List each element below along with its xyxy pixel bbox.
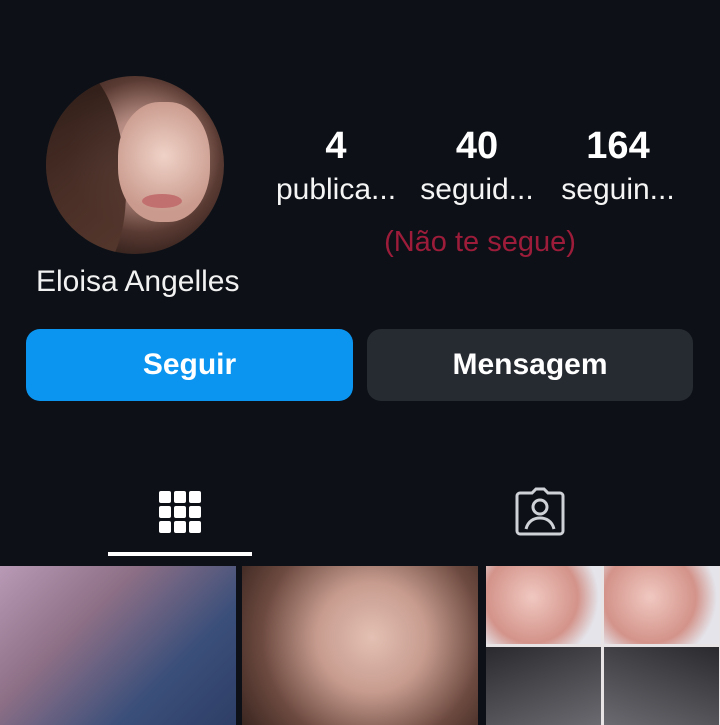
header-bar	[0, 0, 720, 20]
tagged-person-icon	[514, 487, 566, 542]
stat-following[interactable]: 164 seguin...	[548, 122, 688, 210]
tab-posts-grid[interactable]	[0, 470, 360, 558]
message-button[interactable]: Mensagem	[367, 329, 693, 401]
post-thumbnail[interactable]	[242, 566, 478, 725]
post-thumbnail[interactable]	[0, 566, 236, 725]
tab-tagged[interactable]	[360, 470, 720, 558]
stat-posts-count: 4	[325, 125, 347, 167]
avatar[interactable]	[46, 76, 224, 254]
not-following-note: (Não te segue)	[384, 226, 576, 258]
stat-followers-label: seguid...	[420, 173, 534, 206]
stat-posts-label: publica...	[275, 173, 397, 206]
follow-button[interactable]: Seguir	[26, 329, 353, 401]
stat-followers-count: 40	[455, 125, 499, 167]
collage-photo	[486, 566, 601, 644]
collage-photo	[604, 566, 719, 644]
profile-tabs	[0, 470, 720, 558]
collage-photo	[604, 647, 719, 725]
active-tab-indicator	[108, 552, 252, 556]
stat-following-label: seguin...	[561, 173, 675, 206]
posts-grid	[0, 566, 720, 725]
profile-stats: 4 publica... 40 seguid... 164 seguin...	[266, 122, 686, 222]
profile-name: Eloisa Angelles	[36, 265, 240, 298]
grid-icon	[157, 489, 203, 540]
avatar-lips	[142, 194, 182, 208]
stat-following-count: 164	[586, 125, 650, 167]
stat-followers[interactable]: 40 seguid...	[407, 122, 547, 210]
stat-posts[interactable]: 4 publica...	[266, 122, 406, 210]
collage-photo	[486, 647, 601, 725]
avatar-hair	[46, 76, 126, 254]
post-thumbnail[interactable]	[486, 566, 720, 725]
